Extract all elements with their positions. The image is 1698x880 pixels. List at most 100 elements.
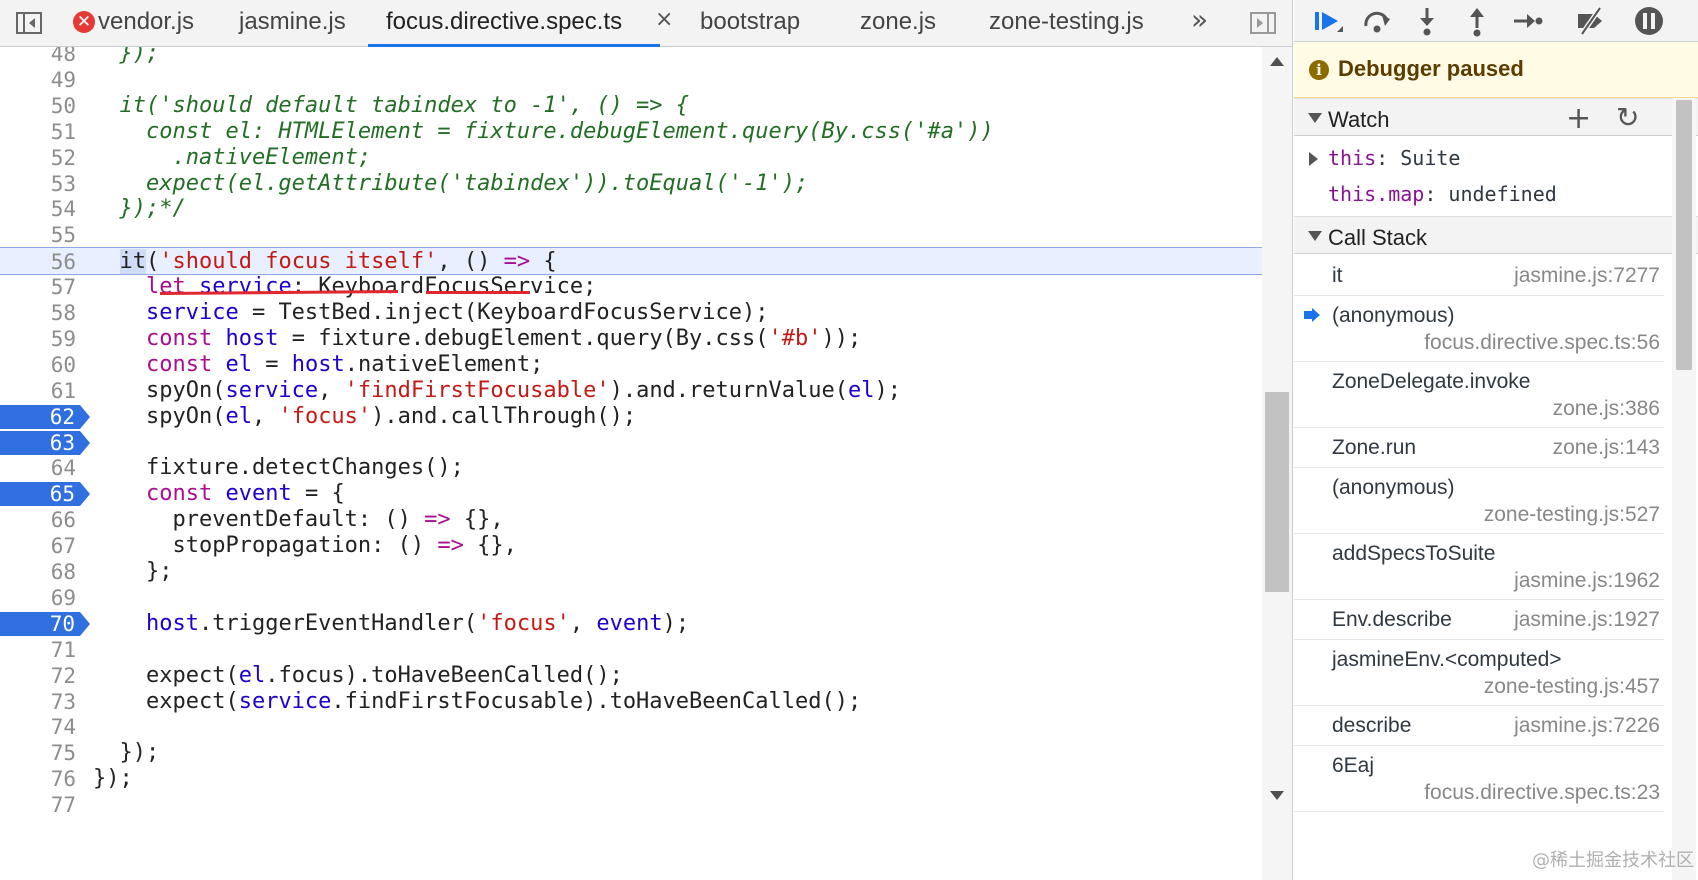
code-line[interactable]: 57 let service: KeyboardFocusService;: [0, 273, 1262, 301]
line-number[interactable]: 51: [0, 118, 76, 146]
breakpoint-marker[interactable]: 62: [0, 404, 90, 429]
code-line[interactable]: 74: [0, 713, 1262, 741]
line-number[interactable]: 66: [0, 506, 76, 534]
step-into-icon[interactable]: [1410, 4, 1444, 38]
line-number[interactable]: 60: [0, 351, 76, 379]
scroll-down-icon[interactable]: [1270, 791, 1284, 800]
code-line[interactable]: 69: [0, 584, 1262, 612]
call-stack-frame[interactable]: (anonymous) zone-testing.js:527: [1294, 468, 1664, 534]
code-line[interactable]: 62 spyOn(el, 'focus').and.callThrough();: [0, 403, 1262, 431]
watch-expression[interactable]: this: Suite: [1294, 142, 1698, 178]
breakpoint-marker[interactable]: 65: [0, 482, 90, 507]
step-over-icon[interactable]: [1360, 4, 1394, 38]
code-line[interactable]: 61 spyOn(service, 'findFirstFocusable').…: [0, 377, 1262, 405]
line-number[interactable]: 68: [0, 558, 76, 586]
call-stack-section-header[interactable]: Call Stack: [1294, 216, 1698, 254]
close-tab-icon[interactable]: ×: [655, 0, 673, 44]
code-line[interactable]: 58 service = TestBed.inject(KeyboardFocu…: [0, 299, 1262, 327]
frame-location[interactable]: focus.directive.spec.ts:56: [1424, 331, 1660, 355]
code-line[interactable]: 60 const el = host.nativeElement;: [0, 351, 1262, 379]
expand-triangle-icon[interactable]: [1309, 152, 1318, 166]
line-number[interactable]: 59: [0, 325, 76, 353]
line-number[interactable]: 64: [0, 454, 76, 482]
breakpoint-marker[interactable]: 63: [0, 430, 90, 455]
frame-location[interactable]: zone.js:143: [1553, 436, 1660, 460]
code-line[interactable]: 49: [0, 66, 1262, 94]
code-line[interactable]: 48 });: [0, 47, 1262, 68]
line-number[interactable]: 67: [0, 532, 76, 560]
line-number[interactable]: 57: [0, 273, 76, 301]
tab-zone-js[interactable]: zone.js: [860, 0, 936, 46]
line-number[interactable]: 52: [0, 144, 76, 172]
code-line[interactable]: 68 };: [0, 558, 1262, 586]
collapse-triangle-icon[interactable]: [1308, 113, 1322, 123]
code-line[interactable]: 72 expect(el.focus).toHaveBeenCalled();: [0, 662, 1262, 690]
step-out-icon[interactable]: [1460, 4, 1494, 38]
frame-location[interactable]: focus.directive.spec.ts:23: [1424, 781, 1660, 805]
scroll-up-icon[interactable]: [1270, 57, 1284, 66]
toggle-debugger-icon[interactable]: [1248, 9, 1278, 37]
scrollbar-thumb[interactable]: [1676, 100, 1692, 370]
code-line[interactable]: 76});: [0, 765, 1262, 793]
breakpoint-marker[interactable]: 70: [0, 611, 90, 636]
frame-location[interactable]: jasmine.js:7277: [1514, 264, 1660, 288]
code-line[interactable]: 71: [0, 636, 1262, 664]
code-line[interactable]: 59 const host = fixture.debugElement.que…: [0, 325, 1262, 353]
call-stack-frame[interactable]: Env.describe jasmine.js:1927: [1294, 600, 1664, 640]
line-number[interactable]: 54: [0, 195, 76, 223]
pause-on-exceptions-icon[interactable]: [1632, 4, 1666, 38]
line-number[interactable]: 53: [0, 170, 76, 198]
line-number[interactable]: 55: [0, 221, 76, 249]
line-number[interactable]: 50: [0, 92, 76, 120]
line-number[interactable]: 74: [0, 713, 76, 741]
code-line[interactable]: 63: [0, 429, 1262, 457]
code-line[interactable]: 55: [0, 221, 1262, 249]
more-tabs-icon[interactable]: »: [1191, 0, 1208, 44]
step-icon[interactable]: [1510, 4, 1544, 38]
scrollbar-thumb[interactable]: [1265, 392, 1289, 592]
line-number[interactable]: 69: [0, 584, 76, 612]
collapse-triangle-icon[interactable]: [1308, 231, 1322, 241]
editor-scrollbar[interactable]: [1262, 47, 1292, 880]
watch-section-header[interactable]: Watch + ↻: [1294, 98, 1698, 136]
code-line[interactable]: 75 });: [0, 739, 1262, 767]
code-line[interactable]: 64 fixture.detectChanges();: [0, 454, 1262, 482]
call-stack-frame[interactable]: 6Eaj focus.directive.spec.ts:23: [1294, 746, 1664, 812]
line-number[interactable]: 71: [0, 636, 76, 664]
code-line[interactable]: 54 });*/: [0, 195, 1262, 223]
code-line[interactable]: 73 expect(service.findFirstFocusable).to…: [0, 688, 1262, 716]
frame-location[interactable]: jasmine.js:1962: [1514, 569, 1660, 593]
resume-icon[interactable]: [1310, 4, 1344, 38]
code-line[interactable]: 77: [0, 791, 1262, 819]
call-stack-frame[interactable]: jasmineEnv.<computed> zone-testing.js:457: [1294, 640, 1664, 706]
tab-jasmine-js[interactable]: jasmine.js: [239, 0, 346, 46]
call-stack-frame[interactable]: ZoneDelegate.invoke zone.js:386: [1294, 362, 1664, 428]
add-watch-icon[interactable]: +: [1566, 101, 1591, 136]
line-number[interactable]: 72: [0, 662, 76, 690]
call-stack-frame[interactable]: (anonymous) focus.directive.spec.ts:56: [1294, 296, 1664, 362]
line-number[interactable]: 75: [0, 739, 76, 767]
code-line[interactable]: 52 .nativeElement;: [0, 144, 1262, 172]
code-line[interactable]: 67 stopPropagation: () => {},: [0, 532, 1262, 560]
code-line[interactable]: 53 expect(el.getAttribute('tabindex')).t…: [0, 170, 1262, 198]
tab-vendor-js[interactable]: vendor.js: [98, 0, 194, 46]
code-line[interactable]: 66 preventDefault: () => {},: [0, 506, 1262, 534]
code-line-current[interactable]: 56 it('should focus itself', () => {: [0, 247, 1262, 276]
line-number[interactable]: 56: [0, 248, 76, 276]
line-number[interactable]: 76: [0, 765, 76, 793]
line-number[interactable]: 61: [0, 377, 76, 405]
frame-location[interactable]: jasmine.js:1927: [1514, 608, 1660, 632]
tab-bootstrap[interactable]: bootstrap: [700, 0, 800, 46]
line-number[interactable]: 49: [0, 66, 76, 94]
call-stack-frame[interactable]: addSpecsToSuite jasmine.js:1962: [1294, 534, 1664, 600]
frame-location[interactable]: jasmine.js:7226: [1514, 714, 1660, 738]
debugger-scrollbar[interactable]: [1672, 98, 1696, 880]
line-number[interactable]: 48: [0, 47, 76, 68]
code-line[interactable]: 70 host.triggerEventHandler('focus', eve…: [0, 610, 1262, 638]
code-line[interactable]: 65 const event = {: [0, 480, 1262, 508]
frame-location[interactable]: zone.js:386: [1553, 397, 1660, 421]
line-number[interactable]: 77: [0, 791, 76, 819]
code-line[interactable]: 50 it('should default tabindex to -1', (…: [0, 92, 1262, 120]
toggle-navigator-icon[interactable]: [14, 9, 44, 37]
line-number[interactable]: 58: [0, 299, 76, 327]
